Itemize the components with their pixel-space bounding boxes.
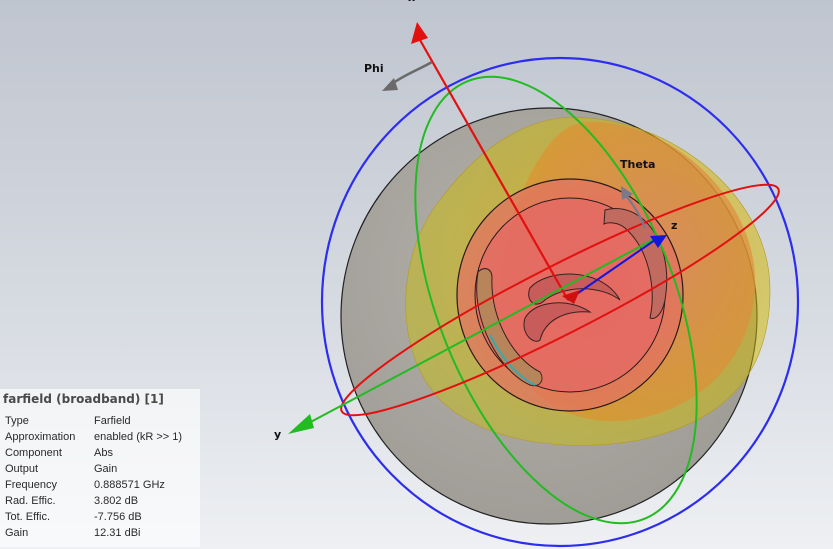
info-row-gain: Gain 12.31 dBi [5,525,182,541]
info-row-output: Output Gain [5,461,182,477]
info-row-rad-effic: Rad. Effic. 3.802 dB [5,493,182,509]
info-key: Tot. Effic. [5,511,51,523]
y-axis-label: y [274,428,282,441]
info-key: Output [5,463,39,475]
info-value: -7.756 dB [94,511,142,523]
info-value: Gain [94,463,118,475]
info-panel-title: farfield (broadband) [1] [3,392,164,406]
info-value: 0.888571 GHz [94,479,165,491]
info-value: enabled (kR >> 1) [94,431,183,443]
info-value: 12.31 dBi [94,527,141,539]
info-table: Type Farfield Approximation enabled (kR >>… [5,413,182,541]
y-axis-arrowhead [288,414,314,434]
info-key: Rad. Effic. [5,495,56,507]
farfield-info-panel: farfield (broadband) [1] Type Farfield Ap… [0,389,200,547]
info-row-component: Component Abs [5,445,182,461]
phi-rotation-arrow-icon [391,60,433,86]
info-key: Frequency [5,479,57,491]
info-row-approximation: Approximation enabled (kR >> 1) [5,429,182,445]
info-key: Type [5,415,29,427]
info-key: Approximation [5,431,76,443]
info-value: Farfield [94,415,131,427]
x-axis-arrowhead [411,22,428,44]
x-axis-label: x [408,0,415,4]
theta-label: Theta [620,158,656,171]
info-row-frequency: Frequency 0.888571 GHz [5,477,182,493]
info-value: Abs [94,447,113,459]
info-row-type: Type Farfield [5,413,182,429]
phi-label: Phi [364,62,384,75]
info-row-tot-effic: Tot. Effic. -7.756 dB [5,509,182,525]
info-key: Component [5,447,62,459]
z-axis-label: z [671,219,678,232]
info-key: Gain [5,527,29,539]
info-value: 3.802 dB [94,495,139,507]
